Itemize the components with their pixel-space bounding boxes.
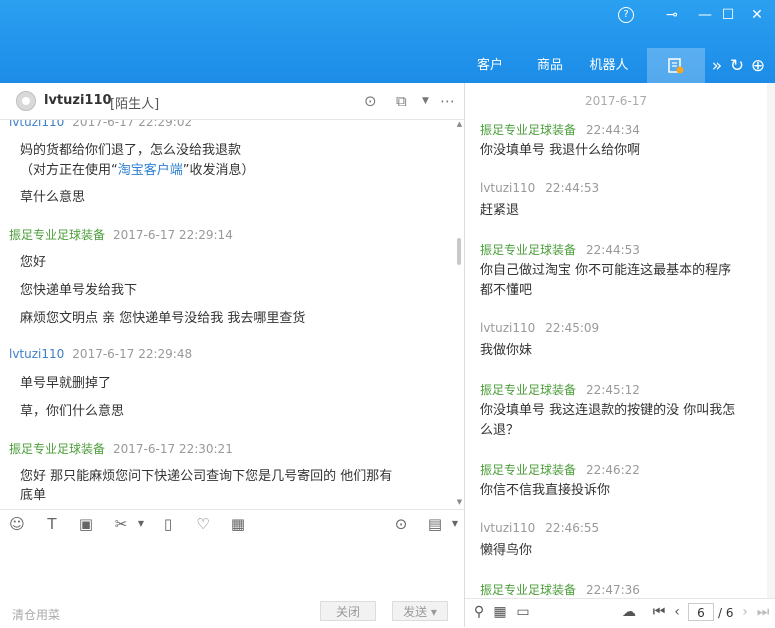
shake-icon[interactable]: ▯ xyxy=(159,515,177,533)
contact-name: lvtuzi110 xyxy=(44,93,112,108)
message-text: 您好 xyxy=(20,255,47,270)
composer-toolbar: ☺ T ▣ ✂ ▼ ▯ ♡ ▦ ⊙ ▤ ▼ xyxy=(0,509,464,540)
first-page-icon[interactable]: ⏮ xyxy=(651,604,667,620)
expand-icon[interactable]: » xyxy=(707,56,727,76)
help-icon[interactable]: ? xyxy=(618,7,634,23)
calendar-icon[interactable]: ▦ xyxy=(229,515,247,533)
more-icon[interactable]: ⋯ xyxy=(440,92,455,110)
history-text: 你没填单号 我这连退款的按键的没 你叫我怎么退？ xyxy=(480,403,736,438)
screenshot-icon[interactable]: ✂ xyxy=(112,515,130,533)
message-text: 妈的货都给你们退了，怎么没给我退款 xyxy=(20,143,242,158)
cloud-icon[interactable]: ☁ xyxy=(621,604,637,620)
chat-panel: lvtuzi110 [陌生人] ⊙ ⧉ ▼ ⋯ lvtuzi110 2017-6-… xyxy=(0,83,465,627)
minimize-button[interactable]: — xyxy=(694,4,716,26)
tab-customer[interactable]: 客户 xyxy=(471,48,509,83)
history-sender: lvtuzi110 22:44:53 xyxy=(480,181,600,195)
page-total: / 6 xyxy=(718,606,734,620)
message-text: （对方正在使用“淘宝客户端”收发消息） xyxy=(20,163,255,178)
history-text: 你自己做过淘宝 你不可能连这最基本的程序都不懂吧 xyxy=(480,263,732,298)
message-input[interactable] xyxy=(0,539,464,601)
quick-reply-text: 清仓用菜 xyxy=(12,608,61,622)
heart-icon[interactable]: ♡ xyxy=(194,515,212,533)
chat-header: lvtuzi110 [陌生人] ⊙ ⧉ ▼ ⋯ xyxy=(0,83,464,120)
refresh-icon[interactable]: ↻ xyxy=(727,56,747,76)
quick-phrase-icon[interactable]: ⊙ xyxy=(392,515,410,533)
chevron-down-icon[interactable]: ▼ xyxy=(446,519,464,528)
message-sender: lvtuzi110 2017-6-17 22:29:48 xyxy=(9,347,193,361)
prev-page-icon[interactable]: ‹ xyxy=(669,604,685,620)
contact-tag: [陌生人] xyxy=(110,97,160,112)
tab-robot[interactable]: 机器人 xyxy=(587,48,631,83)
search-icon[interactable]: ⚲ xyxy=(471,604,487,620)
page-number-input[interactable]: 6 xyxy=(688,603,714,621)
history-sender: 振足专业足球装备 22:46:22 xyxy=(480,463,640,477)
calendar-icon[interactable]: ▦ xyxy=(492,604,508,620)
emoji-icon[interactable]: ☺ xyxy=(8,515,26,533)
message-sender: lvtuzi110 2017-6-17 22:29:02 xyxy=(9,120,193,129)
font-icon[interactable]: T xyxy=(43,515,61,533)
maximize-button[interactable]: ☐ xyxy=(717,4,739,26)
message-icon[interactable]: ▭ xyxy=(515,604,531,620)
history-sender: 振足专业足球装备 22:47:36 xyxy=(480,583,640,597)
history-panel: 2017-6-17 振足专业足球装备 22:44:34 你没填单号 我退什么给你啊… xyxy=(465,83,775,628)
history-footer: ⚲ ▦ ▭ ☁ ⏮ ‹ 6 / 6 › ⏭ xyxy=(465,598,775,628)
message-sender: 振足专业足球装备 2017-6-17 22:29:14 xyxy=(9,228,233,242)
add-contact-icon[interactable]: ⊙ xyxy=(364,92,377,110)
message-sender: 振足专业足球装备 2017-6-17 22:30:21 xyxy=(9,442,233,456)
tab-notes[interactable] xyxy=(647,48,705,83)
chevron-down-icon[interactable]: ▼ xyxy=(132,519,150,528)
history-date: 2017-6-17 xyxy=(584,94,648,108)
history-scrollbar[interactable] xyxy=(767,83,775,598)
image-icon[interactable]: ▣ xyxy=(77,515,95,533)
tab-products[interactable]: 商品 xyxy=(531,48,569,83)
message-text: 草，你们什么意思 xyxy=(20,404,125,419)
last-page-icon[interactable]: ⏭ xyxy=(755,604,771,620)
history-text: 赶紧退 xyxy=(480,203,520,218)
taobao-client-link[interactable]: 淘宝客户端 xyxy=(118,163,183,178)
message-text: 麻烦您文明点 亲 您快递单号没给我 我去哪里查货 xyxy=(20,311,306,326)
message-text: 单号早就删掉了 xyxy=(20,376,112,391)
message-text: 底单 xyxy=(20,488,47,503)
chevron-down-icon[interactable]: ▼ xyxy=(422,96,429,106)
avatar[interactable] xyxy=(16,91,36,111)
pin-icon[interactable]: ⊸ xyxy=(661,4,683,26)
scroll-thumb[interactable] xyxy=(457,238,461,265)
history-text: 懒得鸟你 xyxy=(480,543,533,558)
message-text: 草什么意思 xyxy=(20,190,86,205)
message-text: 您好 那只能麻烦您问下快递公司查询下您是几号寄回的 他们那有 xyxy=(20,469,393,484)
history-text: 我做你妹 xyxy=(480,343,533,358)
scroll-down-icon[interactable]: ▼ xyxy=(455,498,464,506)
history-sender: lvtuzi110 22:46:55 xyxy=(480,521,600,535)
send-button[interactable]: 发送 ▾ xyxy=(392,601,448,621)
next-page-icon[interactable]: › xyxy=(737,604,753,620)
close-chat-button[interactable]: 关闭 xyxy=(320,601,376,621)
scroll-up-icon[interactable]: ▲ xyxy=(455,120,464,128)
history-sender: 振足专业足球装备 22:44:53 xyxy=(480,243,640,257)
history-sender: 振足专业足球装备 22:45:12 xyxy=(480,383,640,397)
add-icon[interactable]: ⊕ xyxy=(748,56,768,76)
notes-icon xyxy=(668,58,684,74)
history-icon[interactable]: ▤ xyxy=(426,515,444,533)
history-sender: 振足专业足球装备 22:44:34 xyxy=(480,123,640,137)
history-text: 你信不信我直接投诉你 xyxy=(480,483,611,498)
history-sender: lvtuzi110 22:45:09 xyxy=(480,321,600,335)
transfer-icon[interactable]: ⧉ xyxy=(396,92,407,110)
title-bar: ? ⊸ — ☐ ✕ 客户 商品 机器人 » ↻ ⊕ xyxy=(0,0,775,83)
history-text: 你没填单号 我退什么给你啊 xyxy=(480,143,641,158)
message-text: 您快递单号发给我下 xyxy=(20,283,138,298)
close-button[interactable]: ✕ xyxy=(746,4,768,26)
